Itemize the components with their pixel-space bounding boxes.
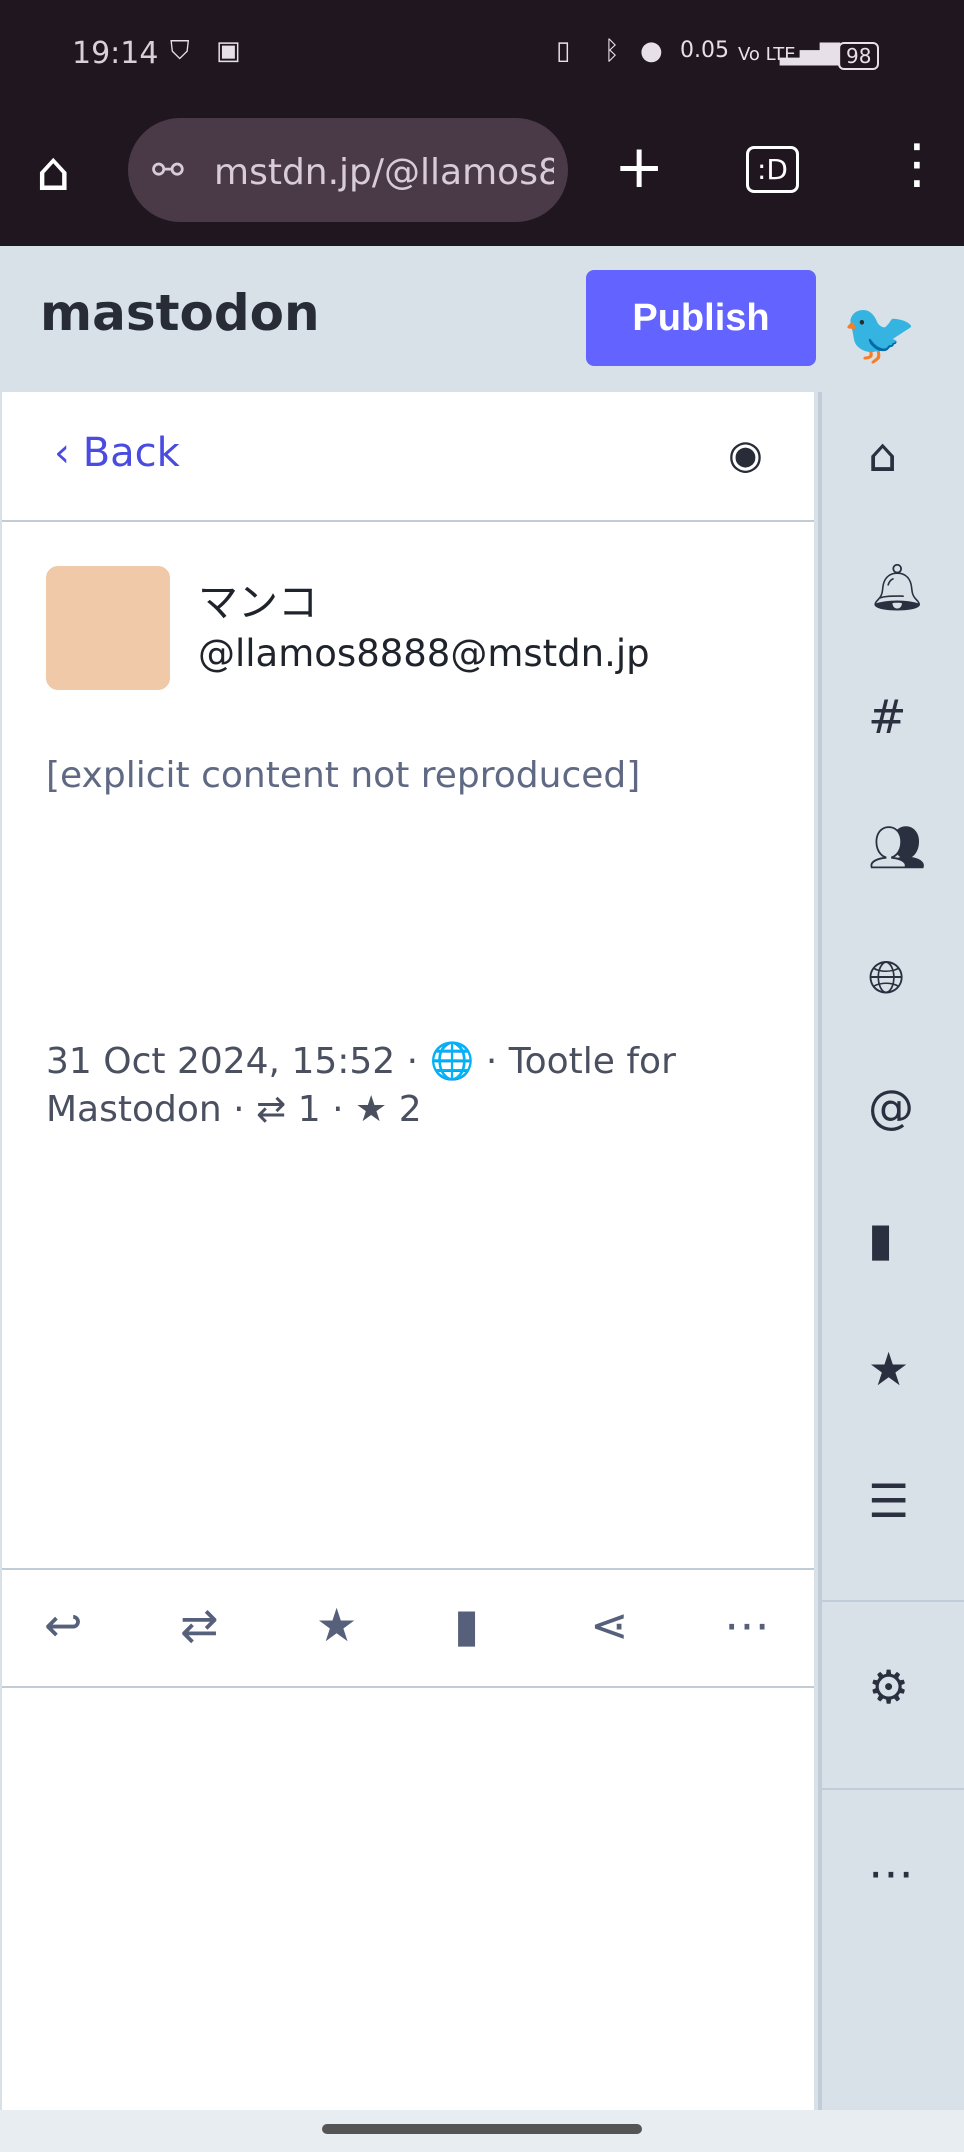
reply-icon[interactable]: ↩: [44, 1598, 83, 1652]
home-indicator[interactable]: [322, 2124, 642, 2134]
url-text: mstdn.jp/@llamos88: [214, 152, 554, 193]
network-speed: 0.05: [680, 38, 729, 63]
browser-toolbar: ⌂ ⚯ mstdn.jp/@llamos88 + :D ⋮: [0, 110, 964, 246]
menu-icon[interactable]: ⋮: [890, 132, 944, 195]
home-icon[interactable]: ⌂: [36, 140, 70, 203]
post-body: [explicit content not reproduced]: [46, 755, 641, 796]
hide-media-icon[interactable]: ◉: [728, 432, 763, 478]
bluetooth-icon: ᛒ: [604, 36, 620, 66]
shield-icon: ⛉: [170, 36, 190, 66]
boost-count[interactable]: 1: [298, 1089, 321, 1130]
address-bar[interactable]: ⚯ mstdn.jp/@llamos88: [128, 118, 568, 222]
local-timeline-icon[interactable]: 👥︎: [868, 820, 926, 875]
app-header: mastodon Publish 🐦: [0, 248, 964, 392]
back-label: Back: [82, 430, 180, 476]
chevron-left-icon: ‹: [54, 430, 70, 476]
main-column: ‹ Back ◉ マンコ @llamos8888@mstdn.jp [expli…: [2, 392, 814, 2110]
battery-icon: 98: [838, 42, 880, 70]
more-icon[interactable]: ⋯: [724, 1598, 770, 1652]
tab-switcher-button[interactable]: :D: [746, 146, 799, 193]
boost-icon: ⇄: [256, 1089, 287, 1130]
lists-icon[interactable]: ☰: [868, 1474, 909, 1528]
g-icon: ▣: [216, 36, 241, 66]
gesture-bar: [0, 2110, 964, 2152]
home-nav-icon[interactable]: ⌂: [868, 428, 897, 482]
clock: 19:14: [72, 36, 159, 71]
globe-icon: 🌐: [429, 1041, 475, 1082]
navigation-sidebar: ⌂ 🔔︎ # 👥︎ 🌐︎ @ ▮ ★ ☰ ⚙ ⋯: [818, 392, 964, 2110]
favourites-icon[interactable]: ★: [868, 1342, 909, 1396]
new-tab-icon[interactable]: +: [614, 132, 664, 202]
federated-timeline-icon[interactable]: 🌐︎: [868, 950, 905, 1006]
favourite-count[interactable]: 2: [399, 1089, 422, 1130]
mastodon-logo[interactable]: mastodon: [40, 284, 320, 342]
settings-icon[interactable]: ⚙: [868, 1660, 909, 1714]
site-settings-icon[interactable]: ⚯: [152, 148, 184, 192]
hashtag-icon[interactable]: #: [868, 690, 907, 744]
boost-button-icon[interactable]: ⇄: [180, 1598, 219, 1652]
post-actions: ↩ ⇄ ★ ▮ ⋖ ⋯: [2, 1568, 814, 1688]
location-icon: ●: [640, 36, 663, 66]
bookmark-icon[interactable]: ▮: [454, 1598, 479, 1652]
post-date[interactable]: 31 Oct 2024, 15:52: [46, 1041, 395, 1082]
signal-icon: ▂▄▆: [780, 36, 840, 66]
display-name[interactable]: マンコ: [198, 570, 318, 628]
account-handle[interactable]: @llamos8888@mstdn.jp: [198, 632, 650, 675]
bookmarks-icon[interactable]: ▮: [868, 1212, 893, 1266]
status-bar: 19:14 ⛉ ▣ ▯ ᛒ ● 0.05 Vo LTE ▂▄▆ 98: [0, 0, 964, 110]
back-button[interactable]: ‹ Back: [54, 430, 180, 476]
post-meta: 31 Oct 2024, 15:52 · 🌐 · Tootle for Mast…: [46, 1041, 676, 1130]
divider: [822, 1600, 964, 1602]
star-icon: ★: [354, 1089, 388, 1130]
divider: [822, 1788, 964, 1790]
share-icon[interactable]: ⋖: [590, 1598, 629, 1652]
publish-button[interactable]: Publish: [586, 270, 816, 366]
column-header: ‹ Back ◉: [2, 392, 814, 522]
avatar[interactable]: [46, 566, 170, 690]
vibrate-icon: ▯: [556, 36, 571, 66]
mascot-icon: 🐦: [842, 299, 917, 369]
notifications-icon[interactable]: 🔔︎: [868, 560, 926, 615]
mentions-icon[interactable]: @: [868, 1080, 914, 1134]
more-nav-icon[interactable]: ⋯: [868, 1846, 914, 1900]
favourite-icon[interactable]: ★: [316, 1598, 357, 1652]
